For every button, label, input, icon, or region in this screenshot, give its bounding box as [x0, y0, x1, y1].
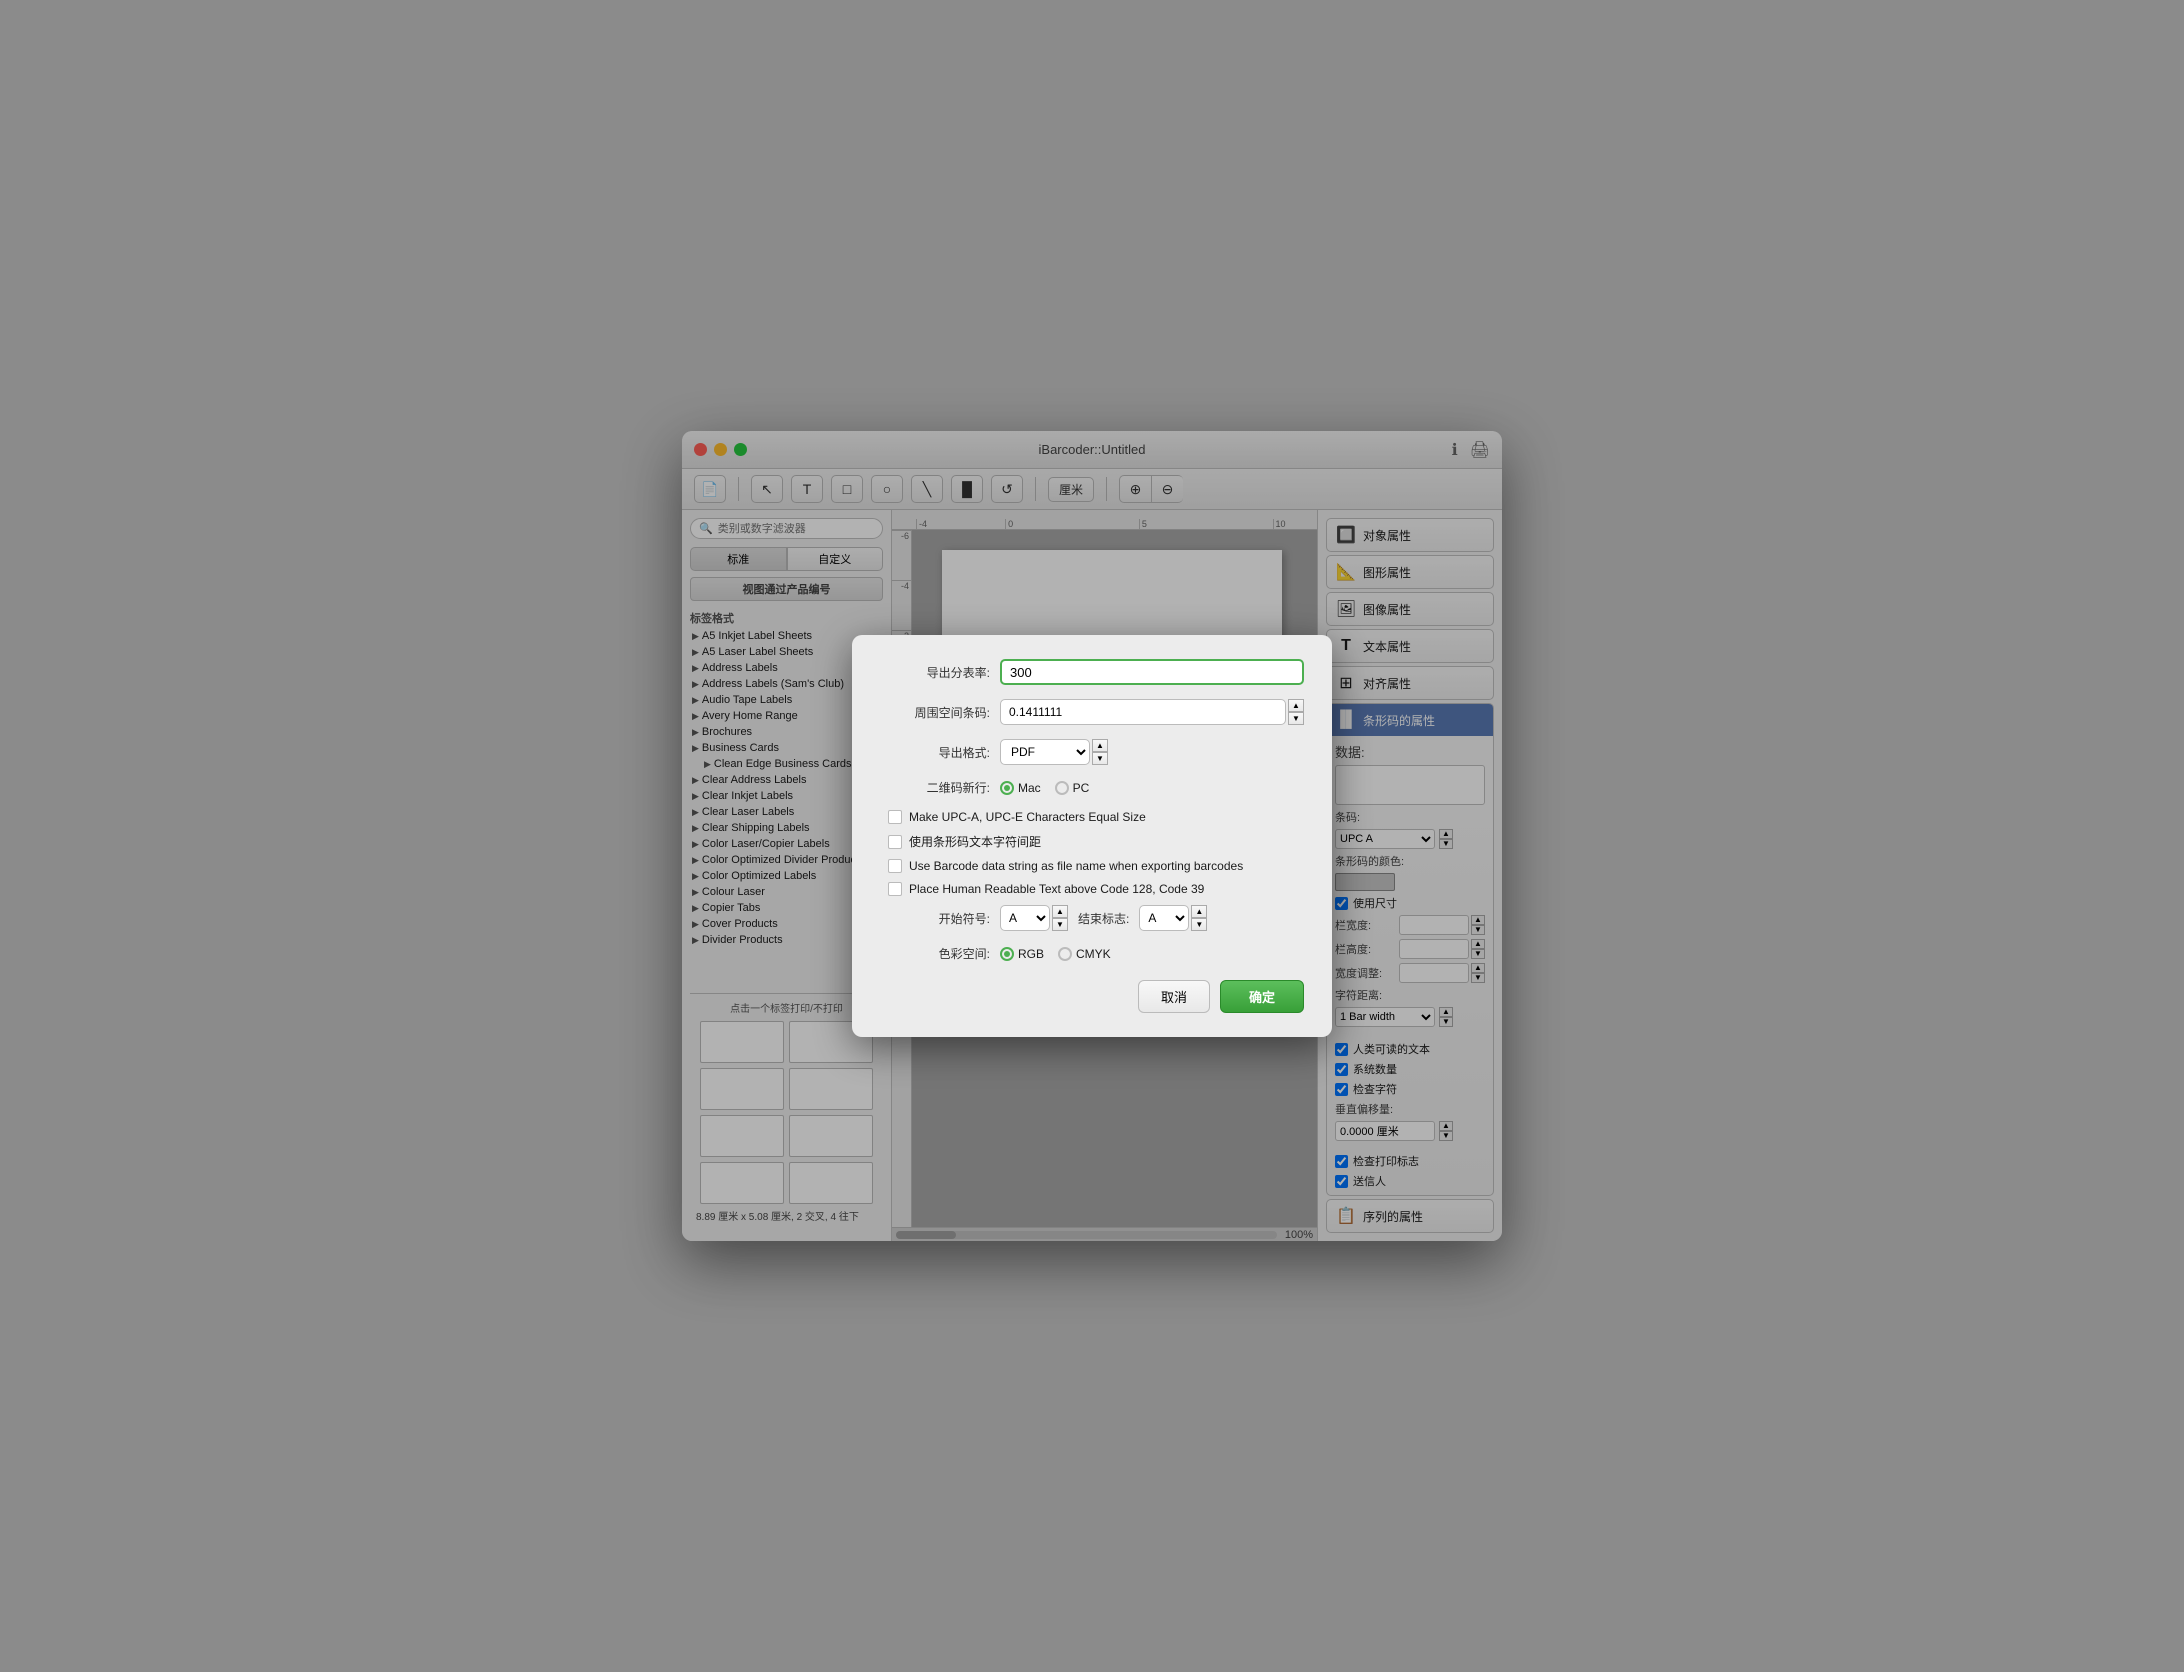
dpi-row: 导出分表率: — [880, 659, 1304, 685]
pc-label: PC — [1073, 781, 1090, 795]
dpi-label: 导出分表率: — [880, 664, 1000, 681]
export-dialog: 导出分表率: 周围空间条码: ▲ ▼ 导出格式: PDF ▲ ▼ — [852, 635, 1332, 1037]
format-stepper: ▲ ▼ — [1092, 739, 1108, 765]
ok-button[interactable]: 确定 — [1220, 980, 1304, 1013]
newline-label: 二维码新行: — [880, 779, 1000, 796]
start-end-row: 开始符号: A ▲ ▼ 结束标志: A ▲ ▼ — [880, 905, 1304, 931]
surround-label: 周围空间条码: — [880, 704, 1000, 721]
colorspace-label: 色彩空间: — [880, 945, 1000, 962]
checkbox2-row: 使用条形码文本字符间距 — [880, 833, 1304, 850]
checkbox4[interactable] — [888, 882, 902, 896]
rgb-label: RGB — [1018, 947, 1044, 961]
colorspace-row: 色彩空间: RGB CMYK — [880, 945, 1304, 962]
start-down[interactable]: ▼ — [1052, 918, 1068, 931]
dialog-overlay: 导出分表率: 周围空间条码: ▲ ▼ 导出格式: PDF ▲ ▼ — [0, 0, 2184, 1672]
start-up[interactable]: ▲ — [1052, 905, 1068, 918]
checkbox3-row: Use Barcode data string as file name whe… — [880, 859, 1304, 873]
start-select[interactable]: A — [1000, 905, 1050, 931]
end-select[interactable]: A — [1139, 905, 1189, 931]
checkbox2-label: 使用条形码文本字符间距 — [909, 833, 1041, 850]
start-wrap: A ▲ ▼ — [1000, 905, 1068, 931]
format-up[interactable]: ▲ — [1092, 739, 1108, 752]
newline-row: 二维码新行: Mac PC — [880, 779, 1304, 796]
end-label: 结束标志: — [1068, 910, 1139, 927]
cancel-button[interactable]: 取消 — [1138, 980, 1210, 1013]
checkbox2[interactable] — [888, 835, 902, 849]
colorspace-radio-group: RGB CMYK — [1000, 947, 1304, 961]
end-wrap: A ▲ ▼ — [1139, 905, 1207, 931]
checkbox1[interactable] — [888, 810, 902, 824]
start-label: 开始符号: — [880, 910, 1000, 927]
surround-input[interactable] — [1000, 699, 1286, 725]
format-row: 导出格式: PDF ▲ ▼ — [880, 739, 1304, 765]
pc-radio-dot — [1055, 781, 1069, 795]
cmyk-radio-dot — [1058, 947, 1072, 961]
format-label: 导出格式: — [880, 744, 1000, 761]
format-wrap: PDF ▲ ▼ — [1000, 739, 1304, 765]
checkbox3[interactable] — [888, 859, 902, 873]
mac-label: Mac — [1018, 781, 1041, 795]
newline-radio-group: Mac PC — [1000, 781, 1304, 795]
checkbox3-label: Use Barcode data string as file name whe… — [909, 859, 1243, 873]
surround-up[interactable]: ▲ — [1288, 699, 1304, 712]
newline-pc[interactable]: PC — [1055, 781, 1090, 795]
end-stepper: ▲ ▼ — [1191, 905, 1207, 931]
end-up[interactable]: ▲ — [1191, 905, 1207, 918]
end-down[interactable]: ▼ — [1191, 918, 1207, 931]
checkbox4-label: Place Human Readable Text above Code 128… — [909, 882, 1204, 896]
cmyk-radio[interactable]: CMYK — [1058, 947, 1111, 961]
dpi-input[interactable] — [1000, 659, 1304, 685]
checkbox4-row: Place Human Readable Text above Code 128… — [880, 882, 1304, 896]
dialog-buttons: 取消 确定 — [880, 980, 1304, 1013]
rgb-radio-dot — [1000, 947, 1014, 961]
format-down[interactable]: ▼ — [1092, 752, 1108, 765]
newline-mac[interactable]: Mac — [1000, 781, 1041, 795]
surround-stepper: ▲ ▼ — [1288, 699, 1304, 725]
checkbox1-row: Make UPC-A, UPC-E Characters Equal Size — [880, 810, 1304, 824]
cmyk-label: CMYK — [1076, 947, 1111, 961]
format-select[interactable]: PDF — [1000, 739, 1090, 765]
start-stepper: ▲ ▼ — [1052, 905, 1068, 931]
checkbox1-label: Make UPC-A, UPC-E Characters Equal Size — [909, 810, 1146, 824]
rgb-radio[interactable]: RGB — [1000, 947, 1044, 961]
mac-radio-dot — [1000, 781, 1014, 795]
surround-down[interactable]: ▼ — [1288, 712, 1304, 725]
surround-row: 周围空间条码: ▲ ▼ — [880, 699, 1304, 725]
